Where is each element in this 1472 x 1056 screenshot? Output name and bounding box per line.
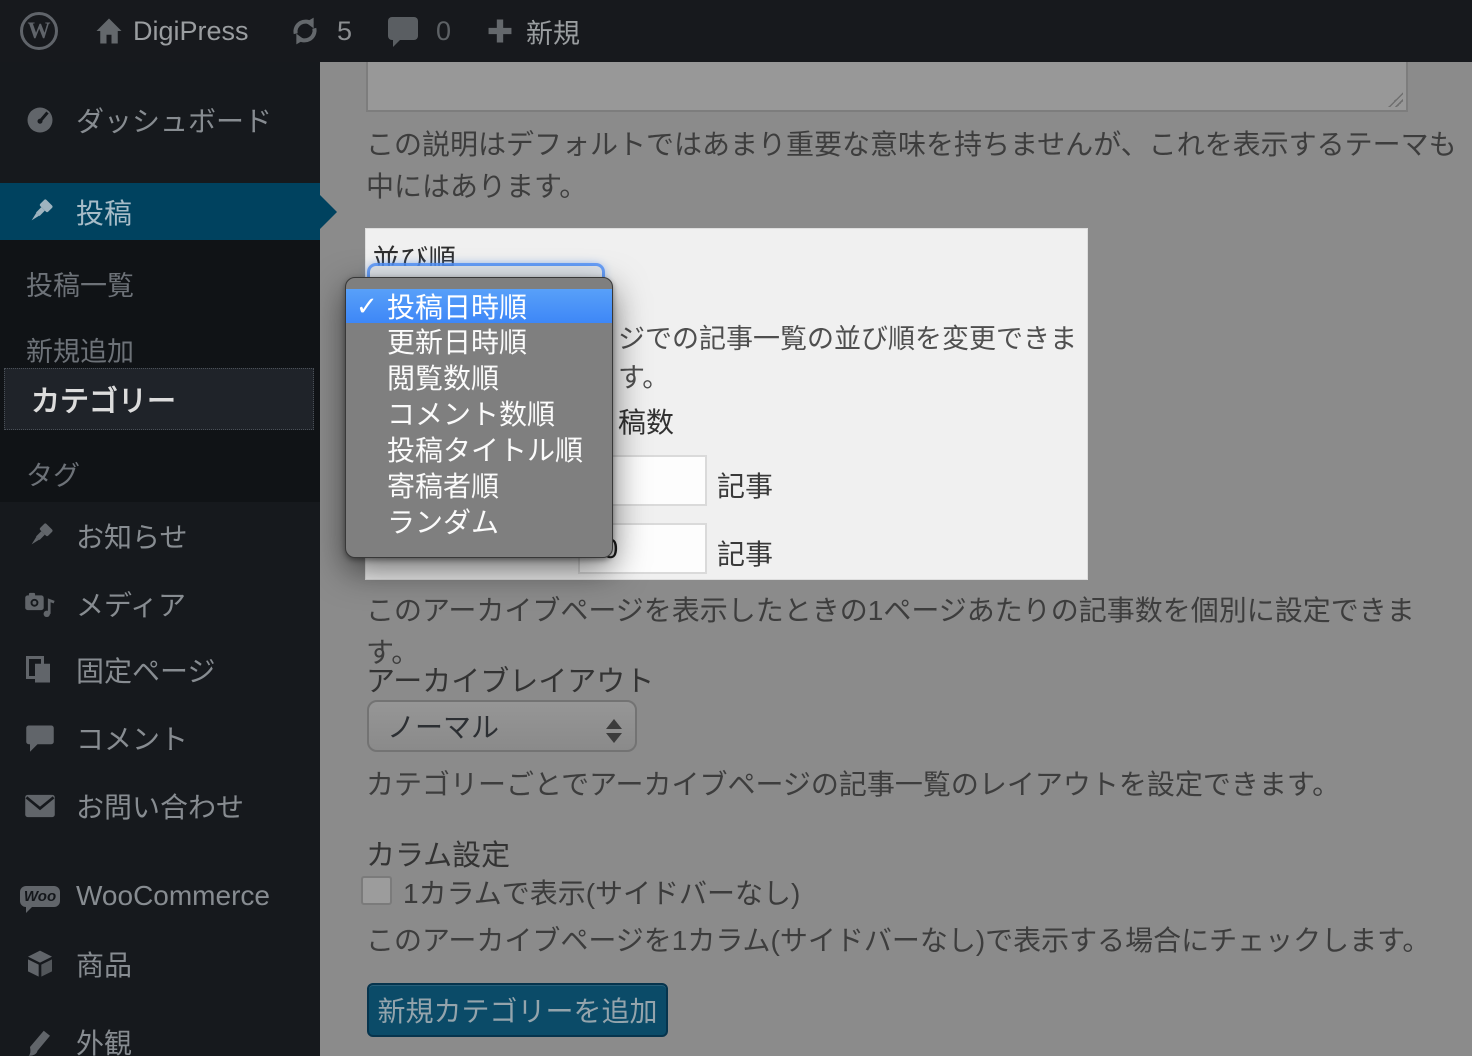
- sidebar-item-label: WooCommerce: [76, 880, 270, 912]
- dropdown-option[interactable]: 寄稿者順: [346, 467, 612, 503]
- sidebar-item-label: 固定ページ: [76, 650, 215, 690]
- sidebar-item-label: メディア: [76, 584, 186, 624]
- category-description-textarea[interactable]: [366, 62, 1408, 112]
- home-icon: [94, 17, 124, 45]
- updates-count: 5: [337, 0, 352, 62]
- sidebar-item-posts[interactable]: 投稿: [0, 183, 320, 240]
- sidebar-item-label: お問い合わせ: [76, 786, 244, 826]
- resize-handle-icon[interactable]: [1388, 92, 1403, 107]
- woocommerce-icon: Woo: [22, 886, 58, 907]
- sidebar-item-products[interactable]: 商品: [0, 936, 320, 992]
- admin-bar: W DigiPress 5 0 新規: [0, 0, 1472, 62]
- sidebar-item-pages[interactable]: 固定ページ: [0, 642, 320, 698]
- column-settings-label: カラム設定: [366, 832, 510, 874]
- archive-layout-help-text: カテゴリーごとでアーカイブページの記事一覧のレイアウトを設定できます。: [366, 764, 1466, 806]
- envelope-icon: [22, 792, 58, 820]
- sidebar-item-contact[interactable]: お問い合わせ: [0, 778, 320, 834]
- unit-label: 記事: [717, 465, 773, 505]
- dropdown-option-selected[interactable]: ✓ 投稿日時順: [346, 289, 612, 323]
- wordpress-logo-glyph: W: [20, 12, 58, 50]
- dashboard-icon: [22, 105, 58, 135]
- comment-icon: [22, 723, 58, 753]
- sidebar-item-label: お知らせ: [76, 516, 187, 556]
- archive-layout-select[interactable]: ノーマル: [367, 700, 637, 752]
- site-name-link[interactable]: DigiPress: [133, 0, 249, 62]
- add-category-button[interactable]: 新規カテゴリーを追加: [367, 983, 668, 1037]
- dropdown-option[interactable]: 更新日時順: [346, 323, 612, 359]
- sidebar-item-announcements[interactable]: お知らせ: [0, 508, 320, 564]
- sidebar-item-comments[interactable]: コメント: [0, 710, 320, 766]
- submenu-item-tags[interactable]: タグ: [0, 452, 320, 494]
- updates-icon[interactable]: [288, 0, 322, 62]
- brush-icon: [22, 1027, 58, 1056]
- sidebar-item-label: ダッシュボード: [76, 100, 272, 140]
- plus-icon: [486, 17, 514, 45]
- sort-order-dropdown-popup: ✓ 投稿日時順 更新日時順 閲覧数順 コメント数順 投稿タイトル順 寄稿者順 ラ…: [345, 277, 613, 558]
- pushpin-icon: [22, 197, 58, 227]
- sort-order-hint-text: ジでの記事一覧の並び順を変更できます。: [618, 317, 1087, 395]
- refresh-icon: [288, 15, 322, 47]
- pages-icon: [22, 655, 58, 685]
- archive-layout-label: アーカイブレイアウト: [366, 658, 654, 700]
- dropdown-option[interactable]: ランダム: [346, 503, 612, 539]
- sidebar-item-label: 外観: [76, 1022, 132, 1056]
- description-help-text: この説明はデフォルトではあまり重要な意味を持ちませんが、これを表示するテーマも中…: [366, 124, 1466, 208]
- sidebar-item-label: 投稿: [76, 192, 132, 232]
- checkmark-icon: ✓: [356, 291, 378, 322]
- sidebar-item-dashboard[interactable]: ダッシュボード: [0, 92, 320, 148]
- submenu-item-add-new[interactable]: 新規追加: [0, 328, 320, 370]
- wordpress-logo-icon[interactable]: W: [20, 0, 58, 62]
- sidebar-item-label: 商品: [76, 944, 132, 984]
- wordpress-admin-screen: W DigiPress 5 0 新規: [0, 0, 1472, 1056]
- dropdown-option[interactable]: コメント数順: [346, 395, 612, 431]
- media-icon: [22, 589, 58, 619]
- posts-count-label: 稿数: [618, 401, 674, 441]
- dropdown-option[interactable]: 閲覧数順: [346, 359, 612, 395]
- pushpin-icon: [22, 521, 58, 551]
- dropdown-option[interactable]: 投稿タイトル順: [346, 431, 612, 467]
- single-column-checkbox[interactable]: [361, 876, 392, 905]
- single-column-checkbox-label: 1カラムで表示(サイドバーなし): [403, 873, 800, 915]
- comments-icon[interactable]: [388, 0, 418, 59]
- sidebar-item-woocommerce[interactable]: Woo WooCommerce: [0, 868, 320, 924]
- select-stepper-icon: [606, 711, 622, 751]
- sidebar-item-label: コメント: [76, 718, 188, 758]
- sidebar-item-appearance[interactable]: 外観: [0, 1014, 320, 1056]
- column-settings-help-text: このアーカイブページを1カラム(サイドバーなし)で表示する場合にチェックします。: [366, 920, 1466, 962]
- unit-label: 記事: [717, 533, 773, 573]
- sidebar-item-media[interactable]: メディア: [0, 576, 320, 632]
- submenu-item-categories[interactable]: カテゴリー: [4, 368, 314, 430]
- posts-submenu: 投稿一覧 新規追加 カテゴリー タグ: [0, 240, 320, 502]
- comments-count: 0: [436, 0, 451, 62]
- product-box-icon: [22, 948, 58, 980]
- site-home-icon[interactable]: [94, 0, 124, 62]
- new-content-label[interactable]: 新規: [526, 0, 580, 62]
- active-menu-arrow: [320, 195, 337, 229]
- comment-bubble-icon: [388, 17, 418, 40]
- archive-layout-selected-value: ノーマル: [387, 706, 499, 746]
- submenu-item-post-list[interactable]: 投稿一覧: [0, 262, 320, 304]
- admin-sidebar: ダッシュボード 投稿 投稿一覧 新規追加: [0, 62, 320, 1056]
- new-content-icon[interactable]: [486, 0, 514, 62]
